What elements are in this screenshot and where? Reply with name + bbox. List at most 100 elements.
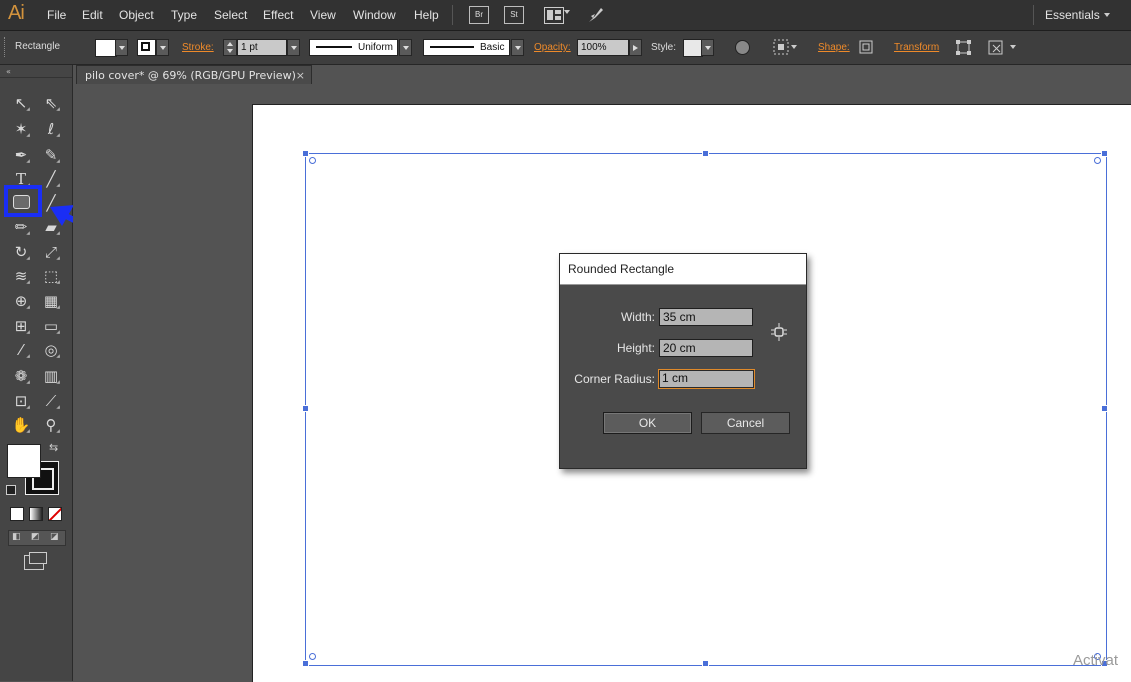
graphic-style-dropdown[interactable] [701,39,714,56]
profile-dropdown[interactable] [399,39,412,56]
lasso-tool-icon[interactable]: ℓ [40,119,62,139]
gradient-tool-icon[interactable]: ▭ [40,316,62,336]
menu-object[interactable]: Object [119,8,154,22]
color-mode-icon[interactable] [10,507,24,521]
recolor-artwork-icon[interactable] [735,40,750,55]
corner-widget[interactable] [309,157,316,164]
draw-normal-icon[interactable]: ◧ [12,532,21,542]
width-input[interactable]: 35 cm [659,308,753,326]
bounding-handle[interactable] [302,405,309,412]
pen-tool-icon[interactable]: ✒ [10,145,32,165]
cancel-button[interactable]: Cancel [701,412,790,434]
close-icon[interactable]: × [296,66,305,85]
variable-width-profile[interactable]: Uniform [309,39,398,56]
stroke-panel-link[interactable]: Stroke: [182,42,214,53]
draw-inside-icon[interactable]: ◪ [50,532,59,542]
corner-widget[interactable] [1094,157,1101,164]
ok-button[interactable]: OK [603,412,692,434]
bounding-handle[interactable] [1101,150,1108,157]
menu-view[interactable]: View [310,8,336,22]
eyedropper-tool-icon[interactable]: ⁄ [10,340,32,360]
chevron-down-icon[interactable] [564,10,570,14]
graphic-style-swatch[interactable] [683,39,703,57]
menu-window[interactable]: Window [353,8,396,22]
brush-dropdown[interactable] [511,39,524,56]
fill-swatch[interactable] [95,39,117,57]
stroke-weight-stepper[interactable] [223,39,237,56]
free-transform-tool-icon[interactable]: ⬚ [40,266,62,286]
hand-tool-icon[interactable]: ✋ [10,415,32,435]
pencil-tool-icon[interactable]: ✏ [10,217,32,237]
height-label: Height: [616,341,655,355]
opacity-field[interactable]: 100% [577,39,629,56]
stroke-swatch[interactable] [137,39,156,56]
corner-widget[interactable] [309,653,316,660]
rounded-rectangle-tool-icon[interactable] [13,195,30,209]
bounding-handle[interactable] [702,150,709,157]
drawing-modes: ◧ ◩ ◪ [8,530,66,546]
constrain-proportions-icon[interactable] [770,323,788,341]
menu-help[interactable]: Help [414,8,439,22]
menu-select[interactable]: Select [214,8,247,22]
width-tool-icon[interactable]: ≋ [10,266,32,286]
document-tab[interactable]: pilo cover* @ 69% (RGB/GPU Preview) × [76,65,312,84]
transform-box-icon[interactable] [955,39,972,56]
workspace-switcher[interactable]: Essentials [1045,8,1100,22]
magic-wand-tool-icon[interactable]: ✶ [10,119,32,139]
bounding-handle[interactable] [1101,405,1108,412]
collapse-panel-icon[interactable]: « [6,67,11,76]
stroke-weight-dropdown[interactable] [287,39,300,56]
stroke-weight-field[interactable]: 1 pt [237,39,287,56]
default-colors-icon[interactable] [6,485,16,495]
chevron-down-icon[interactable] [791,45,797,49]
column-graph-tool-icon[interactable]: ▥ [40,366,62,386]
bridge-button[interactable]: Br [469,6,489,24]
selection-tool-icon[interactable]: ↖ [10,93,32,113]
opacity-slider-toggle[interactable] [629,39,642,56]
activation-watermark: Activat [1073,652,1119,669]
corner-radius-input[interactable]: 1 cm [658,369,755,389]
fill-color-box[interactable] [7,444,41,478]
bounding-handle[interactable] [302,150,309,157]
curvature-tool-icon[interactable]: ✎ [40,145,62,165]
rocket-icon[interactable] [587,6,605,24]
width-label: Width: [620,310,655,324]
rotate-tool-icon[interactable]: ↻ [10,242,32,262]
bounding-handle[interactable] [302,660,309,667]
fill-dropdown[interactable] [115,39,128,56]
transform-panel-link[interactable]: Transform [894,42,939,53]
perspective-grid-tool-icon[interactable]: ▦ [40,291,62,311]
stock-button[interactable]: St [504,6,524,24]
line-segment-tool-icon[interactable]: ╱ [40,169,62,189]
blend-tool-icon[interactable]: ◎ [40,340,62,360]
menu-file[interactable]: File [47,8,66,22]
stroke-dropdown[interactable] [156,39,169,56]
bounding-handle[interactable] [702,660,709,667]
align-to-icon[interactable] [772,38,790,56]
zoom-tool-icon[interactable]: ⚲ [40,415,62,435]
isolate-icon[interactable] [987,39,1004,56]
chevron-down-icon[interactable] [1104,13,1110,17]
menu-type[interactable]: Type [171,8,197,22]
menu-edit[interactable]: Edit [82,8,103,22]
screen-mode-icon[interactable] [24,552,47,570]
none-mode-icon[interactable] [48,507,62,521]
shape-panel-link[interactable]: Shape: [818,42,850,53]
gradient-mode-icon[interactable] [29,507,43,521]
menu-bar: Ai File Edit Object Type Select Effect V… [0,0,1131,31]
brush-definition[interactable]: Basic [423,39,510,56]
shape-builder-tool-icon[interactable]: ⊕ [10,291,32,311]
draw-behind-icon[interactable]: ◩ [31,532,40,542]
arrange-documents-icon[interactable] [544,7,564,24]
symbol-sprayer-tool-icon[interactable]: ❁ [10,366,32,386]
opacity-panel-link[interactable]: Opacity: [534,42,571,53]
slice-tool-icon[interactable]: ⟋ [40,391,62,411]
shape-properties-icon[interactable] [858,39,874,55]
chevron-down-icon[interactable] [1010,45,1016,49]
swap-colors-icon[interactable]: ⇆ [49,441,58,454]
mesh-tool-icon[interactable]: ⊞ [10,316,32,336]
direct-selection-tool-icon[interactable]: ⇖ [40,93,62,113]
artboard-tool-icon[interactable]: ⊡ [10,391,32,411]
menu-effect[interactable]: Effect [263,8,293,22]
height-input[interactable]: 20 cm [659,339,753,357]
